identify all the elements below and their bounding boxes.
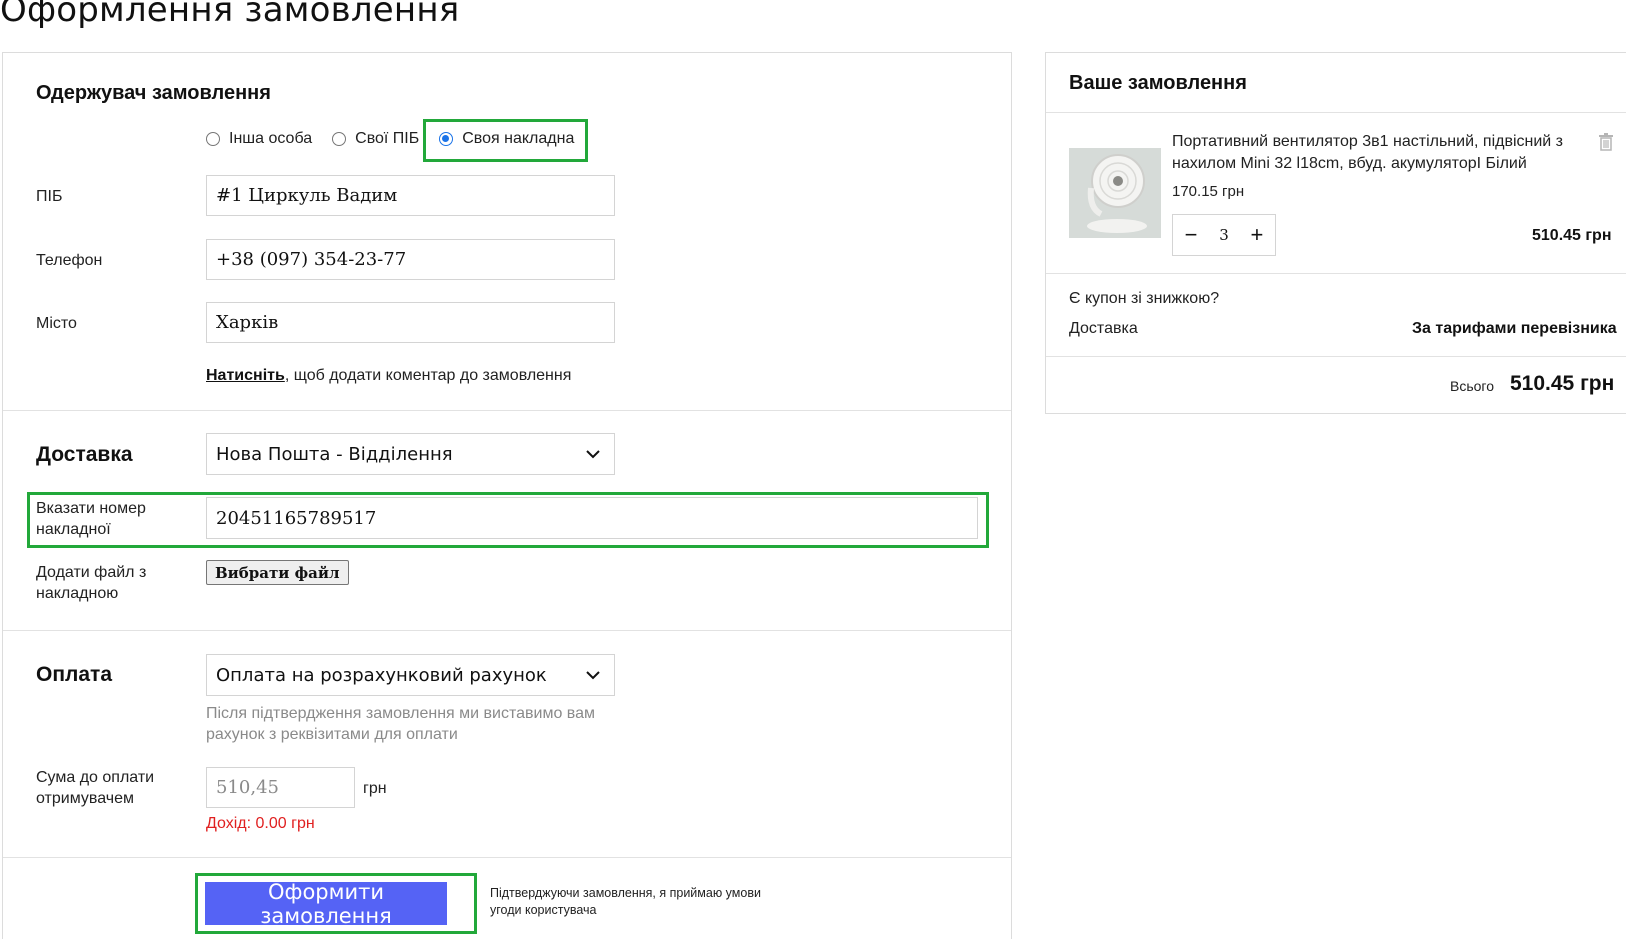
decrease-quantity-button[interactable]: − bbox=[1181, 222, 1201, 248]
line-total: 510.45 грн bbox=[1532, 227, 1612, 244]
name-input[interactable]: #1 Циркуль Вадим bbox=[206, 175, 615, 216]
product-name[interactable]: Портативний вентилятор 3в1 настільний, п… bbox=[1172, 131, 1563, 175]
total-label: Всього bbox=[1450, 378, 1495, 394]
section-divider bbox=[3, 630, 1011, 631]
comment-link[interactable]: Натисніть bbox=[206, 367, 285, 384]
city-label: Місто bbox=[36, 315, 77, 332]
city-input[interactable]: Харків bbox=[206, 302, 615, 343]
chevron-down-icon bbox=[586, 450, 600, 459]
increase-quantity-button[interactable]: + bbox=[1247, 222, 1267, 248]
income-text: Дохід: 0.00 грн bbox=[206, 815, 315, 832]
page-title: Оформлення замовлення bbox=[0, 0, 460, 30]
payment-method-select[interactable]: Оплата на розрахунковий рахунок bbox=[206, 654, 615, 696]
delivery-title: Доставка bbox=[36, 443, 133, 466]
phone-input[interactable]: +38 (097) 354-23-77 bbox=[206, 239, 615, 280]
radio-dot[interactable] bbox=[206, 132, 220, 146]
summary-divider bbox=[1046, 356, 1626, 357]
file-label: Додати файл з накладною bbox=[36, 564, 147, 602]
shipping-label: Доставка bbox=[1069, 320, 1138, 337]
radio-dot[interactable] bbox=[332, 132, 347, 146]
payment-title: Оплата bbox=[36, 663, 113, 686]
section-divider bbox=[3, 410, 1011, 411]
highlight-own-waybill bbox=[423, 119, 588, 162]
unit-price: 170.15 грн bbox=[1172, 183, 1245, 200]
radio-own-name[interactable]: Свої ПІБ bbox=[332, 130, 419, 148]
coupon-link[interactable]: Є купон зі знижкою? bbox=[1069, 290, 1219, 308]
radio-other-person[interactable]: Інша особа bbox=[206, 130, 312, 148]
section-divider bbox=[3, 857, 1011, 858]
recipient-title: Одержувач замовлення bbox=[36, 82, 271, 104]
summary-divider bbox=[1046, 112, 1626, 113]
chevron-down-icon bbox=[586, 671, 600, 680]
amount-label: Сума до оплати отримувачем bbox=[36, 769, 155, 807]
quantity-stepper: − 3 + bbox=[1172, 214, 1276, 256]
highlight-submit bbox=[195, 873, 477, 934]
summary-divider bbox=[1046, 273, 1626, 274]
phone-label: Телефон bbox=[36, 252, 103, 269]
total-value: 510.45 грн bbox=[1510, 372, 1615, 395]
highlight-waybill bbox=[27, 492, 989, 548]
payment-note: Після підтвердження замовлення ми вистав… bbox=[206, 705, 595, 743]
choose-file-button[interactable]: Вибрати файл bbox=[206, 560, 349, 585]
quantity-value[interactable]: 3 bbox=[1219, 226, 1229, 244]
order-title: Ваше замовлення bbox=[1069, 72, 1247, 94]
fan-image bbox=[1069, 148, 1161, 238]
product-image[interactable] bbox=[1069, 148, 1161, 238]
shipping-value: За тарифами перевізника bbox=[1412, 320, 1617, 337]
terms-text: Підтверджуючи замовлення, я приймаю умов… bbox=[490, 886, 761, 917]
name-label: ПІБ bbox=[36, 188, 63, 205]
delivery-method-select[interactable]: Нова Пошта - Відділення bbox=[206, 433, 615, 475]
comment-toggle: Натисніть, щоб додати коментар до замовл… bbox=[206, 367, 572, 384]
currency-label: грн bbox=[363, 780, 387, 797]
trash-icon[interactable] bbox=[1598, 133, 1614, 151]
amount-input[interactable]: 510,45 bbox=[206, 767, 355, 808]
